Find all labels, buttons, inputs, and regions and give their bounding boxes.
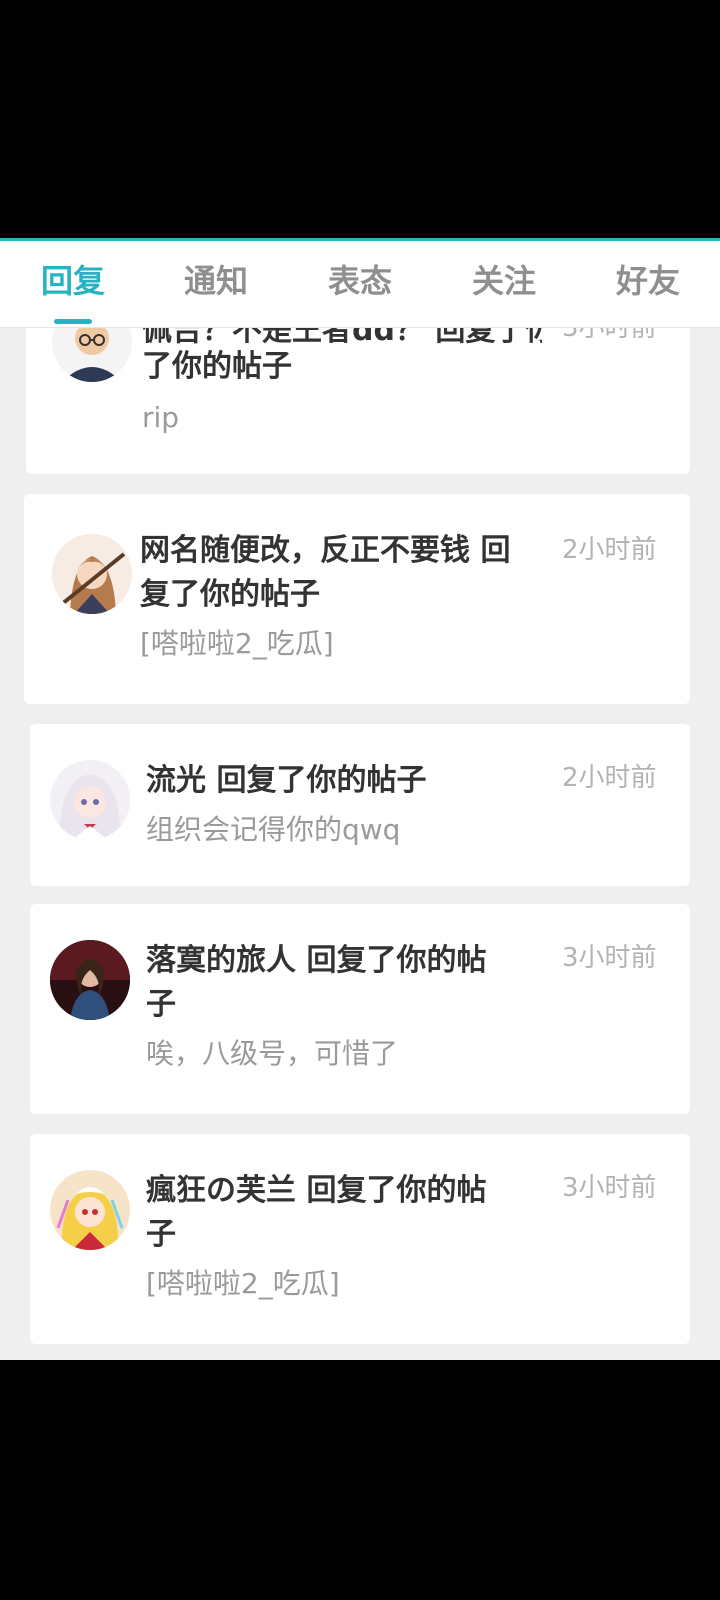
tab-follows[interactable]: 关注 bbox=[449, 259, 559, 303]
notification-message: [嗒啦啦2_吃瓜] bbox=[146, 1267, 340, 1300]
notification-title-line2: 了你的帖子 bbox=[142, 349, 292, 384]
notification-card[interactable]: 落寞的旅人 回复了你的帖 子 唉，八级号，可惜了 3小时前 bbox=[30, 904, 690, 1114]
notification-title-line2: 子 bbox=[146, 987, 176, 1022]
notification-title: 流光 回复了你的帖子 bbox=[146, 763, 427, 798]
tab-reactions[interactable]: 表态 bbox=[305, 259, 415, 303]
notification-time: 3小时前 bbox=[562, 1173, 657, 1203]
notification-title: 落寞的旅人 回复了你的帖 bbox=[146, 943, 487, 978]
notification-message: 组织会记得你的qwq bbox=[146, 813, 401, 846]
avatar[interactable] bbox=[50, 940, 130, 1020]
notification-card[interactable]: 瘋狂の芙兰 回复了你的帖 子 [嗒啦啦2_吃瓜] 3小时前 bbox=[30, 1134, 690, 1344]
notification-time: 3小时前 bbox=[562, 943, 657, 973]
notification-message: [嗒啦啦2_吃瓜] bbox=[140, 627, 334, 660]
tab-active-indicator bbox=[54, 319, 92, 324]
notification-message: 唉，八级号，可惜了 bbox=[146, 1037, 399, 1070]
tab-friends[interactable]: 好友 bbox=[593, 259, 703, 303]
notification-title: 网名随便改，反正不要钱 回 bbox=[140, 533, 511, 568]
tab-notifications[interactable]: 通知 bbox=[161, 259, 271, 303]
notification-card[interactable]: 流光 回复了你的帖子 组织会记得你的qwq 2小时前 bbox=[30, 724, 690, 886]
notification-time: 2小时前 bbox=[562, 535, 657, 565]
notification-list[interactable]: 佩吉？不是王者dd？ 回复了你的帖子 了你的帖子 rip 3小时前 网名随便改，… bbox=[0, 238, 720, 1360]
avatar[interactable] bbox=[50, 760, 130, 840]
notification-title-line2: 子 bbox=[146, 1217, 176, 1252]
notification-title: 瘋狂の芙兰 回复了你的帖 bbox=[146, 1173, 487, 1208]
avatar[interactable] bbox=[50, 1170, 130, 1250]
notification-message: rip bbox=[142, 401, 180, 434]
notifications-screen: 佩吉？不是王者dd？ 回复了你的帖子 了你的帖子 rip 3小时前 网名随便改，… bbox=[0, 238, 720, 1360]
notification-title-line2: 复了你的帖子 bbox=[140, 577, 320, 612]
avatar[interactable] bbox=[52, 534, 132, 614]
notification-card[interactable]: 网名随便改，反正不要钱 回 复了你的帖子 [嗒啦啦2_吃瓜] 2小时前 bbox=[24, 494, 690, 704]
tab-replies[interactable]: 回复 bbox=[18, 259, 128, 303]
notification-time: 2小时前 bbox=[562, 763, 657, 793]
tab-bar: 回复 通知 表态 关注 好友 bbox=[0, 241, 720, 328]
